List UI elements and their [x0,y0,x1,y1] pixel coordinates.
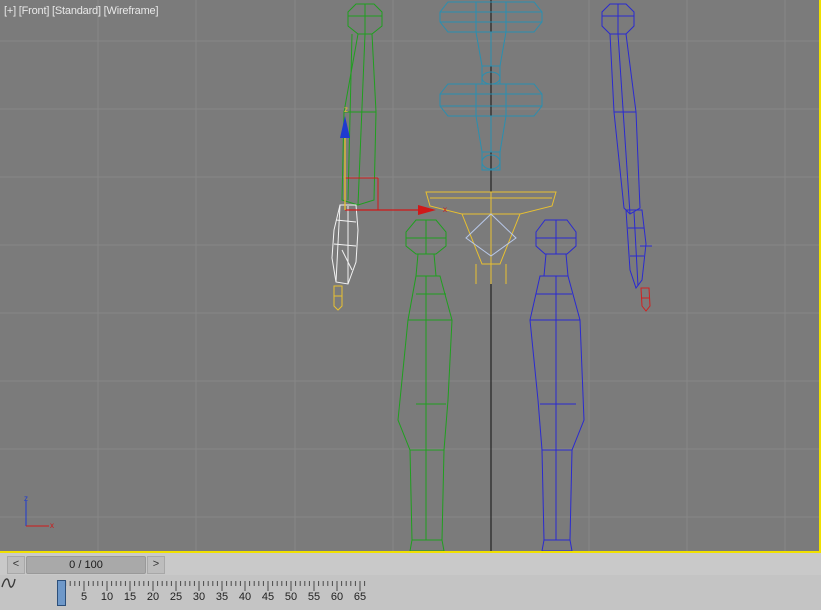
track-bar-tick-label: 55 [307,591,321,603]
gizmo-x-label: x [443,205,447,214]
viewport-shading-preset-menu[interactable]: [Standard] [52,5,101,17]
left-arm-bones[interactable] [341,3,383,206]
axis-tripod: z x [24,494,54,530]
track-bar-tick-label: 10 [100,591,114,603]
right-finger-bones[interactable] [640,287,651,312]
track-bar-tick-label: 20 [146,591,160,603]
track-bar-tick-label: 40 [238,591,252,603]
viewport-label-menu: [+] [Front] [Standard] [Wireframe] [4,5,159,17]
mini-curve-editor-icon[interactable] [0,575,16,591]
time-slider[interactable]: 0 / 100 [26,556,146,574]
time-playhead[interactable] [57,580,66,606]
track-bar-tick-label: 50 [284,591,298,603]
left-finger-bones[interactable] [333,285,343,311]
previous-frame-button[interactable]: < [7,556,25,574]
viewport-point-of-view-menu[interactable]: [Front] [19,5,50,17]
track-bar-tick-label: 45 [261,591,275,603]
track-bar-tick-label: 15 [123,591,137,603]
viewport-scene[interactable]: x z z x [0,0,819,551]
gizmo-z-arrow[interactable] [340,116,350,138]
viewport-shading-mode-menu[interactable]: [Wireframe] [104,5,159,17]
front-viewport[interactable]: x z z x [+] [Front] [Standard] [Wirefram… [0,0,821,553]
track-bar-tick-label: 65 [353,591,367,603]
tripod-x-label: x [50,521,54,530]
time-slider-bar: < 0 / 100 > 5 10 15 20 25 30 35 40 45 50 55 60 65 [0,553,821,610]
gizmo-z-label: z [344,105,348,114]
viewport-general-menu[interactable]: [+] [4,5,16,17]
next-frame-button[interactable]: > [147,556,165,574]
track-bar-tick-label: 30 [192,591,206,603]
track-bar-tick-label: 25 [169,591,183,603]
left-leg-bones[interactable] [397,219,453,551]
right-leg-bones[interactable] [529,219,585,551]
track-bar[interactable]: 5 10 15 20 25 30 35 40 45 50 55 60 65 [0,575,821,610]
tripod-z-label: z [24,494,28,503]
track-bar-tick-label: 35 [215,591,229,603]
track-bar-tick-label: 5 [80,591,88,603]
track-bar-tick-label: 60 [330,591,344,603]
viewport-grid [0,0,819,551]
